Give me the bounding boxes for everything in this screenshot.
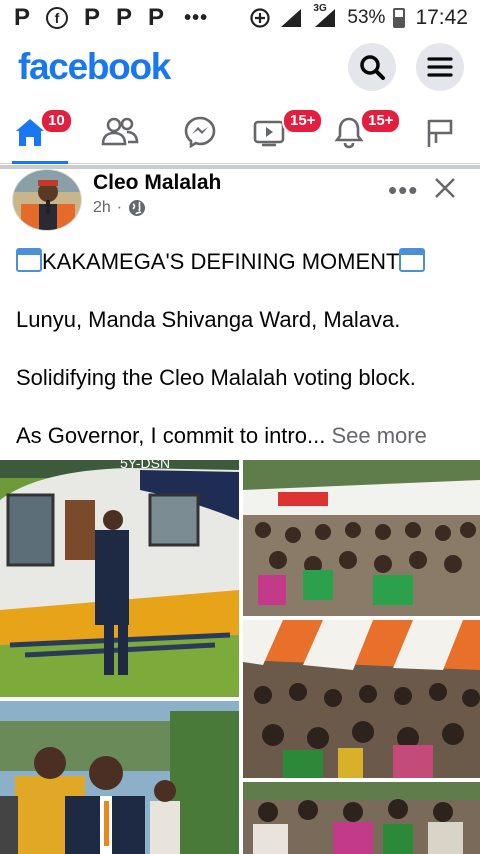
- hide-post-button[interactable]: [432, 175, 458, 206]
- video-icon: [253, 120, 285, 146]
- tab-video[interactable]: 15+: [240, 100, 324, 163]
- meta-dot: ·: [116, 199, 123, 216]
- post-photo-crowd-tent[interactable]: [243, 460, 480, 616]
- messenger-icon: [184, 116, 216, 148]
- calendar-icon: [399, 248, 426, 272]
- post-options-button[interactable]: •••: [388, 175, 418, 206]
- post-time[interactable]: 2h: [93, 199, 111, 217]
- tab-notifications[interactable]: 15+: [320, 100, 402, 163]
- facebook-logo[interactable]: facebook: [18, 46, 171, 88]
- post-text: KAKAMEGA'S DEFINING MOMENT Lunyu, Manda …: [16, 248, 471, 450]
- post-line-3-container: As Governor, I commit to intro... See mo…: [16, 422, 471, 450]
- battery-icon: [393, 8, 406, 28]
- pinterest-icon: P: [84, 4, 101, 31]
- flag-icon: [427, 119, 453, 147]
- post-headline: KAKAMEGA'S DEFINING MOMENT: [42, 249, 400, 274]
- more-notifications-icon: •••: [184, 6, 209, 29]
- signal-icon: [281, 9, 302, 27]
- tab-friends[interactable]: [80, 100, 160, 163]
- menu-button[interactable]: [416, 43, 464, 91]
- post-line-2: Solidifying the Cleo Malalah voting bloc…: [16, 365, 416, 390]
- clock: 17:42: [415, 6, 468, 29]
- video-badge: 15+: [282, 108, 324, 134]
- post-photo-men-walking[interactable]: [0, 701, 239, 854]
- post-photo-helicopter[interactable]: 5Y-DSN: [0, 460, 239, 697]
- post-photo-orange-tent[interactable]: [243, 620, 480, 778]
- post-author[interactable]: Cleo Malalah: [93, 171, 221, 195]
- post-headline-line: KAKAMEGA'S DEFINING MOMENT: [16, 248, 471, 276]
- tab-pages[interactable]: [400, 100, 480, 163]
- post-line-3: As Governor, I commit to intro...: [16, 423, 326, 448]
- tab-messenger[interactable]: [160, 100, 240, 163]
- search-button[interactable]: [348, 43, 396, 91]
- hamburger-icon: [427, 57, 453, 77]
- search-icon: [360, 55, 385, 80]
- post-photo-grid: 5Y-DSN: [0, 460, 480, 854]
- post-header: Cleo Malalah 2h · •••: [0, 169, 480, 233]
- status-bar: P f P P P ••• 3G 53% 17:42: [0, 0, 480, 36]
- tab-home[interactable]: 10: [0, 100, 80, 164]
- pinterest-icon: P: [116, 4, 133, 31]
- globe-icon: [129, 200, 146, 216]
- pinterest-icon: P: [148, 4, 165, 31]
- friends-icon: [101, 117, 139, 145]
- post-photo-seated-group[interactable]: [243, 782, 480, 854]
- pinterest-icon: P: [14, 4, 31, 31]
- avatar[interactable]: [12, 169, 82, 231]
- close-icon: [435, 178, 455, 198]
- data-saver-icon: [250, 8, 271, 28]
- post-meta: 2h ·: [93, 199, 146, 217]
- calendar-icon: [16, 248, 42, 272]
- battery-percent: 53%: [347, 7, 386, 28]
- svg-text:5Y-DSN: 5Y-DSN: [120, 460, 170, 471]
- facebook-icon: f: [46, 7, 69, 29]
- home-badge: 10: [40, 108, 73, 134]
- post-line-1: Lunyu, Manda Shivanga Ward, Malava.: [16, 307, 401, 332]
- notifications-badge: 15+: [360, 108, 402, 134]
- see-more-link[interactable]: See more: [331, 423, 426, 448]
- network-type: 3G: [313, 3, 327, 14]
- top-navigation: 10 15+ 15+: [0, 100, 480, 164]
- app-header: facebook: [0, 36, 480, 98]
- mobile-data-icon: 3G: [313, 3, 339, 29]
